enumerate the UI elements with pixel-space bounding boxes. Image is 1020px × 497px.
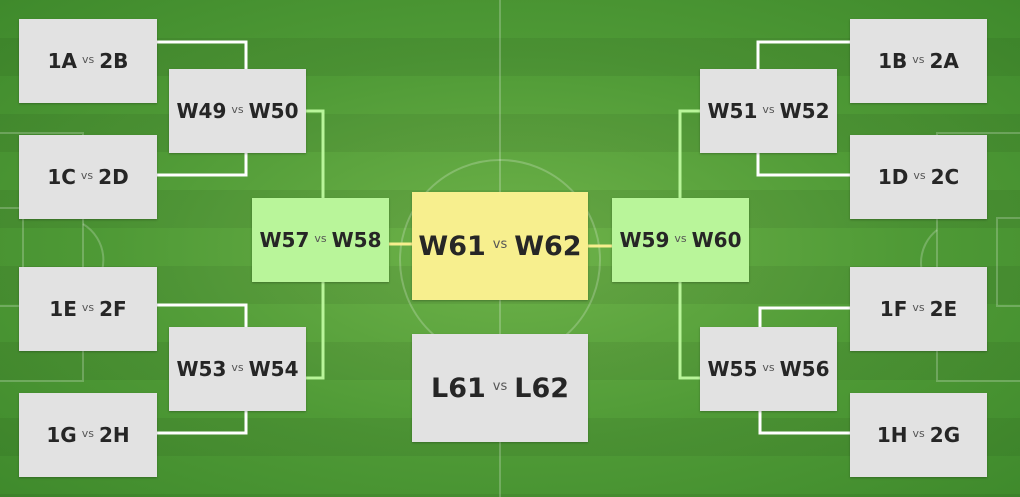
- team-1f: 1F: [879, 297, 908, 321]
- vs-label: vs: [314, 231, 327, 245]
- match-1f-vs-2e[interactable]: 1F vs 2E: [850, 267, 987, 351]
- vs-label: vs: [492, 236, 508, 252]
- team-w58: W58: [331, 228, 382, 252]
- vs-label: vs: [762, 102, 775, 116]
- team-2g: 2G: [929, 423, 961, 447]
- semifinal-w59-vs-w60[interactable]: W59 vs W60: [612, 198, 749, 282]
- match-w51-vs-w52[interactable]: W51 vs W52: [700, 69, 837, 153]
- team-w50: W50: [248, 99, 299, 123]
- team-w51: W51: [707, 99, 758, 123]
- team-2h: 2H: [98, 423, 130, 447]
- vs-label: vs: [674, 231, 687, 245]
- match-1c-vs-2d[interactable]: 1C vs 2D: [19, 135, 157, 219]
- vs-label: vs: [762, 360, 775, 374]
- final-w61-vs-w62[interactable]: W61 vs W62: [412, 192, 588, 300]
- team-1c: 1C: [47, 165, 76, 189]
- team-w55: W55: [707, 357, 758, 381]
- team-2c: 2C: [930, 165, 960, 189]
- team-l61: L61: [430, 372, 486, 404]
- vs-label: vs: [492, 378, 508, 394]
- team-1b: 1B: [878, 49, 908, 73]
- match-1h-vs-2g[interactable]: 1H vs 2G: [850, 393, 987, 477]
- team-2b: 2B: [99, 49, 129, 73]
- vs-label: vs: [81, 426, 94, 440]
- team-w56: W56: [779, 357, 830, 381]
- team-1d: 1D: [877, 165, 909, 189]
- team-w49: W49: [176, 99, 227, 123]
- team-w60: W60: [691, 228, 742, 252]
- team-w62: W62: [514, 230, 582, 262]
- team-1e: 1E: [49, 297, 77, 321]
- team-2a: 2A: [929, 49, 959, 73]
- bracket-stage: 1A vs 2B 1C vs 2D 1E vs 2F 1G vs 2H W49 vs W50 W53…: [0, 0, 1020, 497]
- match-w49-vs-w50[interactable]: W49 vs W50: [169, 69, 306, 153]
- team-w53: W53: [176, 357, 227, 381]
- match-w55-vs-w56[interactable]: W55 vs W56: [700, 327, 837, 411]
- team-w57: W57: [259, 228, 310, 252]
- team-2f: 2F: [99, 297, 127, 321]
- third-place-l61-vs-l62[interactable]: L61 vs L62: [412, 334, 588, 442]
- team-w52: W52: [779, 99, 830, 123]
- match-w53-vs-w54[interactable]: W53 vs W54: [169, 327, 306, 411]
- semifinal-w57-vs-w58[interactable]: W57 vs W58: [252, 198, 389, 282]
- team-w61: W61: [418, 230, 486, 262]
- team-2e: 2E: [929, 297, 958, 321]
- team-2d: 2D: [98, 165, 129, 189]
- match-1g-vs-2h[interactable]: 1G vs 2H: [19, 393, 157, 477]
- match-1d-vs-2c[interactable]: 1D vs 2C: [850, 135, 987, 219]
- team-w54: W54: [248, 357, 299, 381]
- team-1g: 1G: [46, 423, 77, 447]
- vs-label: vs: [231, 360, 244, 374]
- vs-label: vs: [912, 426, 925, 440]
- vs-label: vs: [231, 102, 244, 116]
- team-1a: 1A: [47, 49, 77, 73]
- vs-label: vs: [913, 168, 926, 182]
- team-l62: L62: [514, 372, 570, 404]
- vs-label: vs: [912, 52, 925, 66]
- vs-label: vs: [80, 168, 94, 182]
- vs-label: vs: [81, 300, 95, 314]
- match-1e-vs-2f[interactable]: 1E vs 2F: [19, 267, 157, 351]
- match-1a-vs-2b[interactable]: 1A vs 2B: [19, 19, 157, 103]
- team-w59: W59: [619, 228, 670, 252]
- vs-label: vs: [912, 300, 925, 314]
- team-1h: 1H: [876, 423, 908, 447]
- vs-label: vs: [81, 52, 95, 66]
- match-1b-vs-2a[interactable]: 1B vs 2A: [850, 19, 987, 103]
